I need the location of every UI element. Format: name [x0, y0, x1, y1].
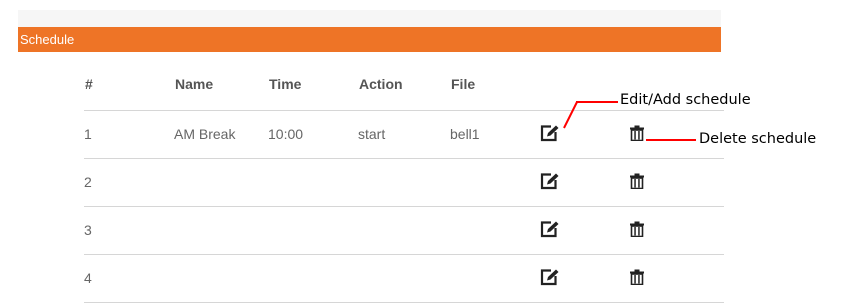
schedule-panel: Schedule # Name Time Action File 1 AM Br… [18, 10, 724, 303]
cell-time: 10:00 [268, 110, 358, 159]
cell-num: 4 [84, 254, 174, 303]
cell-action [358, 254, 450, 303]
cell-time [268, 206, 358, 255]
cell-name [174, 158, 268, 207]
cell-time [268, 158, 358, 207]
trash-icon[interactable] [630, 221, 644, 240]
cell-file [450, 254, 540, 303]
cell-num: 3 [84, 206, 174, 255]
schedule-table: # Name Time Action File 1 AM Break 10:00… [84, 74, 724, 303]
edit-annotation-line [576, 101, 618, 103]
cell-num: 2 [84, 158, 174, 207]
table-row: 2 [84, 158, 724, 207]
cell-time [268, 254, 358, 303]
header-num: # [84, 74, 174, 111]
cell-delete [630, 206, 724, 255]
header-edit [540, 74, 630, 111]
cell-edit [540, 254, 630, 303]
cell-file [450, 158, 540, 207]
cell-num: 1 [84, 110, 174, 159]
cell-file [450, 206, 540, 255]
edit-annotation-label: Edit/Add schedule [620, 92, 751, 108]
cell-name [174, 206, 268, 255]
cell-edit [540, 110, 630, 159]
edit-icon[interactable] [540, 220, 560, 241]
cell-file: bell1 [450, 110, 540, 159]
trash-icon[interactable] [630, 173, 644, 192]
header-action: Action [358, 74, 450, 111]
table-row: 4 [84, 254, 724, 303]
cell-action [358, 206, 450, 255]
delete-annotation-line [646, 139, 696, 141]
trash-icon[interactable] [630, 269, 644, 288]
cell-delete [630, 158, 724, 207]
table-row: 3 [84, 206, 724, 255]
cell-edit [540, 206, 630, 255]
trash-icon[interactable] [630, 125, 644, 144]
panel-body: # Name Time Action File 1 AM Break 10:00… [18, 52, 724, 303]
cell-delete [630, 254, 724, 303]
header-name: Name [174, 74, 268, 111]
cell-name: AM Break [174, 110, 268, 159]
edit-icon[interactable] [540, 268, 560, 289]
table-row: 1 AM Break 10:00 start bell1 [84, 110, 724, 159]
edit-annotation-leader [563, 101, 578, 129]
cell-action [358, 158, 450, 207]
delete-annotation-label: Delete schedule [699, 131, 817, 147]
cell-action: start [358, 110, 450, 159]
header-file: File [450, 74, 540, 111]
cell-name [174, 254, 268, 303]
edit-icon[interactable] [540, 124, 560, 145]
edit-icon[interactable] [540, 172, 560, 193]
panel-title: Schedule [20, 32, 75, 47]
panel-header: Schedule [18, 27, 721, 52]
cell-edit [540, 158, 630, 207]
header-time: Time [268, 74, 358, 111]
